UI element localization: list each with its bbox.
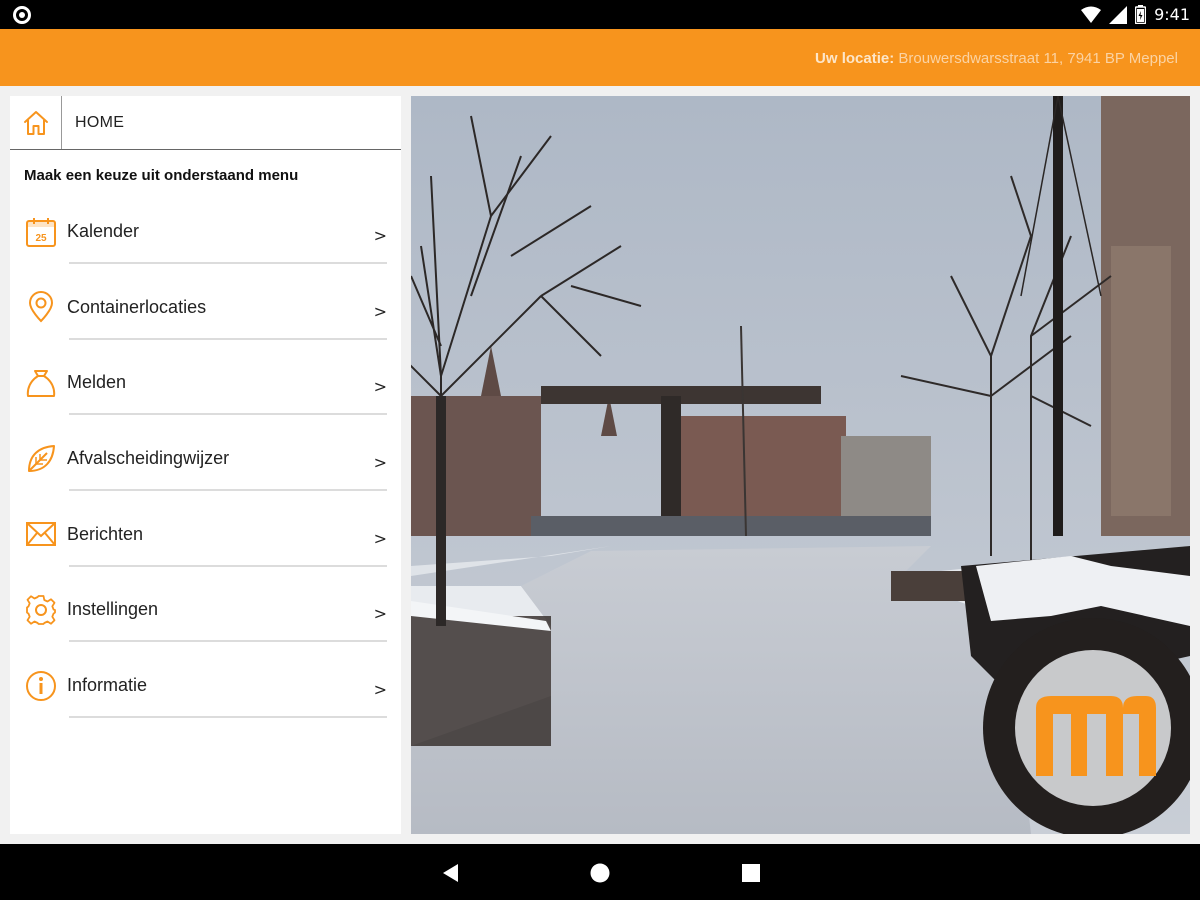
- chevron-right-icon: >: [373, 226, 387, 245]
- status-bar: 9:41: [0, 0, 1200, 29]
- menu-item-instellingen[interactable]: Instellingen >: [10, 582, 401, 658]
- chevron-right-icon: >: [373, 301, 387, 321]
- divider: [69, 489, 387, 492]
- divider: [69, 413, 387, 416]
- navigation-bar: [0, 844, 1200, 900]
- location-text: Uw locatie: Brouwersdwarsstraat 11, 7941…: [815, 50, 1178, 67]
- menu-item-label: Containerlocaties: [67, 296, 207, 317]
- main-menu: 25 Kalender > Containerlocaties > Melden: [10, 204, 401, 734]
- battery-icon: [1135, 5, 1147, 24]
- signal-icon: [1109, 5, 1128, 24]
- winter-canal-photo: [411, 96, 1190, 834]
- chevron-right-icon: >: [373, 604, 387, 624]
- status-icons: 9:41: [1081, 5, 1190, 24]
- divider: [69, 337, 387, 340]
- divider: [69, 564, 387, 567]
- svg-text:25: 25: [35, 233, 47, 244]
- menu-item-kalender[interactable]: 25 Kalender >: [10, 204, 401, 280]
- divider: [69, 716, 387, 719]
- side-menu-panel: HOME Maak een keuze uit onderstaand menu…: [10, 96, 401, 834]
- main-content: HOME Maak een keuze uit onderstaand menu…: [0, 86, 1200, 844]
- calendar-icon: 25: [24, 215, 57, 248]
- location-pin-icon: [24, 291, 57, 324]
- home-circle-icon[interactable]: [589, 862, 611, 884]
- home-icon: [23, 110, 48, 135]
- chevron-right-icon: >: [373, 528, 387, 548]
- gear-icon: [24, 593, 57, 626]
- divider: [69, 640, 387, 643]
- divider: [69, 262, 387, 264]
- menu-item-berichten[interactable]: Berichten >: [10, 507, 401, 583]
- back-icon[interactable]: [440, 862, 462, 884]
- menu-item-label: Kalender: [67, 221, 140, 241]
- wifi-icon: [1081, 6, 1102, 23]
- menu-intro-text: Maak een keuze uit onderstaand menu: [24, 167, 299, 184]
- menu-item-label: Instellingen: [67, 599, 159, 620]
- menu-item-label: Melden: [67, 372, 127, 393]
- menu-item-label: Afvalscheidingwijzer: [67, 448, 230, 469]
- leaf-icon: [24, 442, 57, 475]
- chevron-right-icon: >: [373, 680, 387, 700]
- notification-icon: [13, 6, 31, 24]
- menu-item-label: Informatie: [67, 675, 148, 696]
- menu-item-melden[interactable]: Melden >: [10, 355, 401, 431]
- home-bar[interactable]: HOME: [10, 96, 401, 150]
- envelope-icon: [24, 518, 57, 551]
- menu-item-label: Berichten: [67, 523, 144, 544]
- info-icon: [24, 669, 57, 702]
- chevron-right-icon: >: [373, 453, 387, 473]
- menu-item-afvalscheidingwijzer[interactable]: Afvalscheidingwijzer >: [10, 431, 401, 507]
- status-time: 9:41: [1154, 5, 1190, 24]
- location-label: Uw locatie:: [815, 50, 895, 67]
- menu-item-informatie[interactable]: Informatie >: [10, 658, 401, 734]
- menu-item-containerlocaties[interactable]: Containerlocaties >: [10, 280, 401, 356]
- bag-icon: [24, 366, 57, 399]
- recents-square-icon[interactable]: [740, 862, 762, 884]
- chevron-right-icon: >: [373, 377, 387, 397]
- home-button[interactable]: [10, 96, 62, 149]
- home-label: HOME: [75, 114, 125, 131]
- app-bar: Uw locatie: Brouwersdwarsstraat 11, 7941…: [0, 29, 1200, 86]
- location-value: Brouwersdwarsstraat 11, 7941 BP Meppel: [898, 50, 1178, 67]
- hero-photo: [411, 96, 1190, 834]
